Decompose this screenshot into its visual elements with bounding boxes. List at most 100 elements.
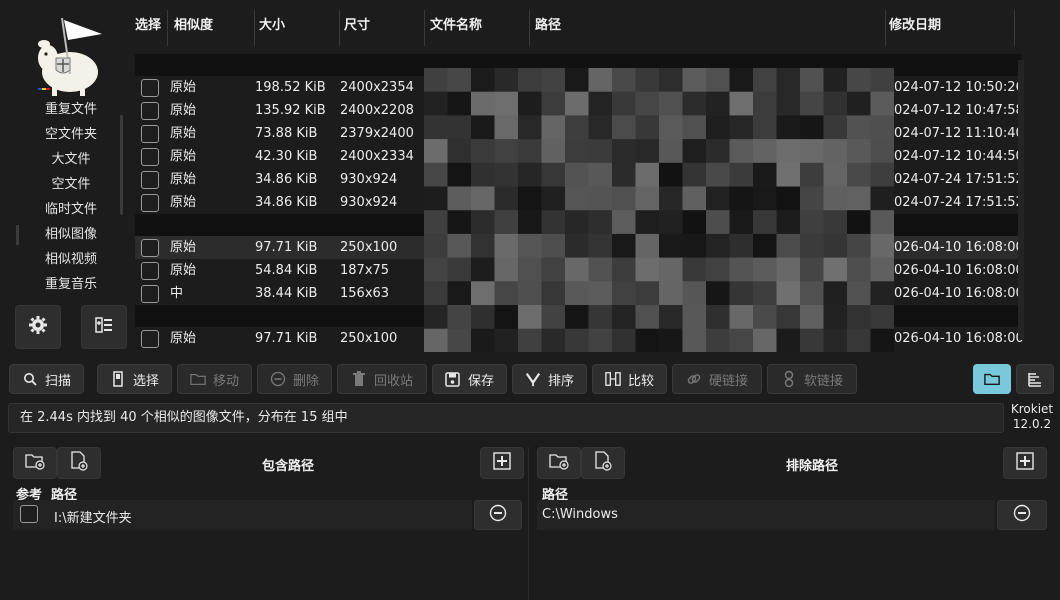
app-name: Krokiet [1010,402,1054,416]
row-size: 198.52 KiB [255,80,326,95]
row-checkbox[interactable] [141,148,159,166]
text-view-icon [1027,371,1043,387]
softlink-button[interactable]: 软链接 [767,364,857,394]
remove-exclude-path-button[interactable] [997,500,1047,530]
folder-view-button[interactable] [973,364,1011,394]
table-header: 选择 相似度 大小 尺寸 文件名称 路径 修改日期 [133,0,1025,46]
add-exclude-folder-button[interactable] [537,447,581,479]
add-exclude-file-button[interactable] [581,447,625,479]
minus-circle-icon [1013,504,1031,526]
compare-label: 比较 [627,373,654,389]
row-modified-date: 026-04-10 16:08:00 [894,263,1024,278]
delete-label: 删除 [292,373,319,389]
row-modified-date: 024-07-12 10:47:58 [894,103,1024,118]
row-size: 73.88 KiB [255,126,318,141]
table-scrollbar[interactable] [1018,60,1024,340]
column-header-filename[interactable]: 文件名称 [430,14,482,46]
row-checkbox[interactable] [141,79,159,97]
include-reference-checkbox[interactable] [20,505,38,523]
row-checkbox[interactable] [141,194,159,212]
folder-add-icon [25,452,45,474]
row-checkbox[interactable] [141,102,159,120]
softlink-label: 软链接 [803,373,843,389]
paths-divider [528,447,529,600]
add-include-file-button[interactable] [57,447,101,479]
row-size: 34.86 KiB [255,195,318,210]
column-header-path[interactable]: 路径 [535,14,561,46]
column-header-size[interactable]: 大小 [259,14,285,46]
app-version-number: 12.0.2 [1012,417,1052,431]
add-exclude-manual-button[interactable] [1003,447,1047,479]
sidebar-item-empty-folders[interactable]: 空文件夹 [20,123,122,147]
folder-view-icon [984,371,1000,387]
row-checkbox[interactable] [141,285,159,303]
row-modified-date: 026-04-10 16:08:00 [894,331,1024,346]
compare-button[interactable]: 比较 [592,364,667,394]
sidebar-item-similar-images[interactable]: 相似图像 [20,223,122,247]
exclude-path-value: C:\Windows [542,507,618,522]
row-similarity: 原始 [170,263,197,278]
sidebar-item-temporary-files[interactable]: 临时文件 [20,198,122,222]
results-table: 选择 相似度 大小 尺寸 文件名称 路径 修改日期 原始 198.52 KiB 24… [133,0,1025,352]
sort-button[interactable]: 排序 [512,364,587,394]
row-size: 38.44 KiB [255,286,318,301]
select-label: 选择 [132,373,159,389]
row-checkbox[interactable] [141,262,159,280]
plus-square-icon [492,451,512,475]
save-label: 保存 [467,373,494,389]
save-button[interactable]: 保存 [432,364,507,394]
sidebar-item-empty-files[interactable]: 空文件 [20,173,122,197]
row-size: 97.71 KiB [255,240,318,255]
select-button[interactable]: 选择 [97,364,172,394]
minus-circle-icon [489,504,507,526]
row-similarity: 原始 [170,240,197,255]
file-add-icon [70,451,88,475]
scan-label: 扫描 [44,373,71,389]
column-header-modified-date[interactable]: 修改日期 [889,14,941,46]
sidebar-item-big-files[interactable]: 大文件 [20,148,122,172]
column-header-dimensions[interactable]: 尺寸 [344,14,370,46]
include-paths-title: 包含路径 [262,459,315,474]
row-dimensions: 156x63 [340,286,390,301]
row-dimensions: 2400x2334 [340,149,414,164]
move-button[interactable]: 移动 [177,364,252,394]
save-icon [445,371,461,387]
sidebar-item-duplicate-music[interactable]: 重复音乐 [20,273,122,297]
row-dimensions: 2400x2208 [340,103,414,118]
folder-add-icon [549,452,569,474]
sidebar-scrollbar[interactable] [120,115,123,215]
sidebar-item-duplicate-files[interactable]: 重复文件 [20,98,122,122]
row-similarity: 原始 [170,195,197,210]
add-include-folder-button[interactable] [13,447,57,479]
trash-icon [351,371,367,387]
column-header-similarity[interactable]: 相似度 [174,14,213,46]
row-similarity: 原始 [170,331,197,346]
column-header-select[interactable]: 选择 [135,14,161,46]
row-dimensions: 930x924 [340,195,398,210]
gear-icon [28,315,48,339]
row-checkbox[interactable] [141,330,159,348]
remove-include-path-button[interactable] [474,500,522,530]
scan-button[interactable]: 扫描 [9,364,84,394]
row-dimensions: 250x100 [340,331,398,346]
sort-icon [525,371,541,387]
delete-button[interactable]: 删除 [257,364,332,394]
recycle-bin-button[interactable]: 回收站 [337,364,427,394]
hardlink-button[interactable]: 硬链接 [672,364,762,394]
file-add-icon [594,451,612,475]
settings-button[interactable] [15,305,61,349]
select-icon [110,371,126,387]
add-include-manual-button[interactable] [480,447,524,479]
recycle-bin-label: 回收站 [373,373,413,389]
row-checkbox[interactable] [141,125,159,143]
text-view-button[interactable] [1016,364,1054,394]
row-size: 97.71 KiB [255,331,318,346]
sidebar-item-similar-videos[interactable]: 相似视频 [20,248,122,272]
minus-circle-icon [270,371,286,387]
row-checkbox[interactable] [141,171,159,189]
row-dimensions: 187x75 [340,263,390,278]
row-size: 135.92 KiB [255,103,326,118]
row-checkbox[interactable] [141,239,159,257]
row-size: 42.30 KiB [255,149,318,164]
tools-button[interactable] [81,305,127,349]
